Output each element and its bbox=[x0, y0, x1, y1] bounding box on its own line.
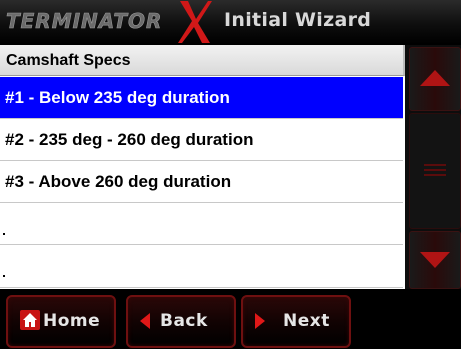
triangle-down-icon bbox=[420, 252, 450, 268]
back-button-label: Back bbox=[160, 311, 208, 331]
scroll-up-button[interactable] bbox=[409, 47, 461, 111]
page-title: Initial Wizard bbox=[224, 9, 372, 31]
list-column-header: Camshaft Specs bbox=[0, 45, 405, 76]
list-item-label: #1 - Below 235 deg duration bbox=[5, 88, 230, 107]
list-item-option-2[interactable]: #2 - 235 deg - 260 deg duration bbox=[0, 119, 403, 161]
next-button[interactable]: Next bbox=[241, 295, 351, 348]
row-tick-mark bbox=[3, 275, 5, 277]
back-button[interactable]: Back bbox=[126, 295, 236, 348]
list-item-option-3[interactable]: #3 - Above 260 deg duration bbox=[0, 161, 403, 203]
list-item-option-1[interactable]: #1 - Below 235 deg duration bbox=[0, 77, 403, 119]
header-bar: TERMINATOR Initial Wizard bbox=[0, 0, 461, 44]
next-button-label: Next bbox=[283, 311, 330, 331]
triangle-right-icon bbox=[255, 313, 265, 329]
scroll-down-button[interactable] bbox=[409, 231, 461, 289]
home-button-label: Home bbox=[43, 311, 101, 331]
row-tick-mark bbox=[3, 233, 5, 235]
house-icon bbox=[20, 310, 40, 330]
terminator-x-logo: TERMINATOR bbox=[4, 1, 212, 43]
logo-x-mark bbox=[178, 1, 212, 43]
triangle-up-icon bbox=[420, 70, 450, 86]
list-heading: Camshaft Specs bbox=[6, 52, 131, 69]
list-scrollbar[interactable] bbox=[405, 45, 461, 289]
camshaft-options-list: Camshaft Specs #1 - Below 235 deg durati… bbox=[0, 45, 405, 289]
list-item-empty-1[interactable] bbox=[0, 203, 403, 245]
footer-nav: Home Back Next bbox=[0, 289, 461, 349]
triangle-left-icon bbox=[140, 313, 150, 329]
scroll-thumb[interactable] bbox=[409, 113, 461, 229]
grip-lines-icon bbox=[424, 164, 446, 176]
list-item-label: #2 - 235 deg - 260 deg duration bbox=[5, 130, 254, 149]
home-button[interactable]: Home bbox=[6, 295, 116, 348]
list-item-empty-2[interactable] bbox=[0, 245, 403, 288]
list-item-label: #3 - Above 260 deg duration bbox=[5, 172, 232, 191]
logo-wordmark: TERMINATOR bbox=[6, 9, 163, 34]
